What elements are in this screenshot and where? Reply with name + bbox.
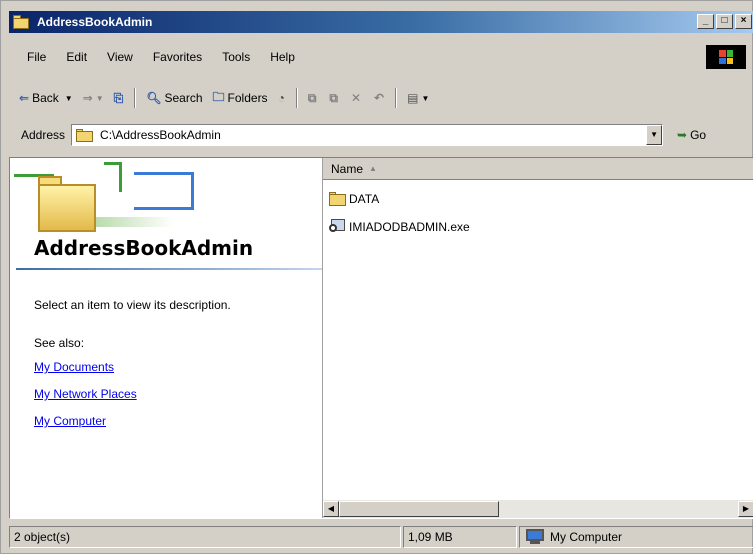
description-text: Select an item to view its description.: [34, 298, 231, 312]
move-to-button[interactable]: ⧉: [308, 91, 320, 106]
folders-label: Folders: [227, 91, 268, 105]
up-folder-button[interactable]: ⎘: [114, 91, 127, 106]
list-item[interactable]: DATA: [329, 192, 379, 206]
copy-to-icon: ⧉: [329, 90, 338, 105]
folder-icon: [13, 15, 31, 29]
views-icon: ▤: [407, 91, 419, 105]
scroll-right-button[interactable]: ▶: [738, 501, 753, 517]
address-bar: Address C:\AddressBookAdmin ▼ ➥ Go: [9, 121, 753, 149]
back-label: Back: [32, 91, 59, 105]
menu-bar: File Edit View Favorites Tools Help: [9, 45, 753, 69]
go-button[interactable]: ➥ Go: [677, 128, 706, 142]
history-icon: ◔: [277, 91, 285, 105]
scroll-left-button[interactable]: ◀: [323, 501, 339, 517]
back-button[interactable]: ⇐ Back ▼: [19, 91, 73, 105]
web-view-pane: AddressBookAdmin Select an item to view …: [10, 158, 322, 518]
column-header-name[interactable]: Name ▲: [323, 158, 753, 180]
status-bar: 2 object(s) 1,09 MB My Computer: [9, 525, 753, 549]
toolbar-separator: [395, 88, 398, 108]
window-title: AddressBookAdmin: [37, 15, 153, 29]
maximize-button[interactable]: □: [716, 14, 733, 29]
scroll-thumb[interactable]: [339, 501, 499, 517]
folders-icon: 🗀: [212, 89, 225, 104]
delete-icon: ✕: [350, 91, 362, 105]
toolbar-separator: [295, 88, 298, 108]
menu-tools[interactable]: Tools: [222, 50, 250, 64]
folder-title: AddressBookAdmin: [34, 236, 254, 260]
go-arrow-icon: ➥: [677, 128, 688, 142]
address-dropdown-button[interactable]: ▼: [646, 125, 663, 145]
up-folder-icon: ⎘: [113, 90, 124, 105]
link-my-network-places[interactable]: My Network Places: [34, 387, 137, 414]
search-button[interactable]: 🔍︎ Search: [146, 91, 202, 105]
windows-logo-icon: [706, 45, 746, 69]
views-dropdown-icon[interactable]: ▼: [421, 94, 429, 103]
explorer-window: AddressBookAdmin _ □ × File Edit View Fa…: [0, 0, 753, 554]
status-size: 1,09 MB: [403, 526, 517, 548]
file-name: DATA: [349, 192, 380, 206]
address-label: Address: [21, 128, 66, 142]
copy-to-button[interactable]: ⧉: [329, 91, 341, 106]
undo-icon: ↶: [374, 91, 385, 105]
close-button[interactable]: ×: [735, 14, 752, 29]
history-button[interactable]: ◔: [278, 91, 288, 105]
menu-edit[interactable]: Edit: [66, 50, 87, 64]
file-name: IMIADODBADMIN.exe: [349, 220, 470, 234]
folders-button[interactable]: 🗀 Folders: [213, 88, 268, 109]
minimize-button[interactable]: _: [697, 14, 714, 29]
folder-icon: [329, 192, 347, 206]
folder-icon: [76, 128, 94, 142]
menu-help[interactable]: Help: [270, 50, 295, 64]
sort-ascending-icon: ▲: [369, 164, 377, 173]
see-also-label: See also:: [34, 336, 85, 350]
window-controls: _ □ ×: [697, 14, 752, 29]
horizontal-scrollbar[interactable]: ◀ ▶: [323, 500, 753, 518]
link-my-documents[interactable]: My Documents: [34, 360, 137, 387]
forward-arrow-icon: ⇒: [82, 91, 93, 105]
folder-banner-image: [14, 162, 214, 242]
large-folder-icon: [38, 172, 106, 234]
status-zone-label: My Computer: [550, 530, 623, 544]
back-dropdown-icon[interactable]: ▼: [65, 94, 73, 103]
status-object-count: 2 object(s): [9, 526, 401, 548]
status-zone: My Computer: [519, 526, 753, 548]
forward-dropdown-icon[interactable]: ▼: [96, 94, 104, 103]
go-label: Go: [690, 128, 707, 142]
address-value: C:\AddressBookAdmin: [100, 128, 221, 142]
views-button[interactable]: ▤ ▼: [407, 91, 429, 105]
title-bar[interactable]: AddressBookAdmin _ □ ×: [9, 11, 753, 33]
file-list: Name ▲ DATA IMIADODBADMIN.exe ◀ ▶: [322, 158, 753, 518]
undo-button[interactable]: ↶: [374, 91, 387, 105]
toolbar-separator: [134, 88, 137, 108]
delete-button[interactable]: ✕: [351, 91, 364, 105]
menu-view[interactable]: View: [107, 50, 133, 64]
column-name-label: Name: [331, 161, 364, 176]
my-computer-icon: [524, 529, 546, 545]
back-arrow-icon: ⇐: [19, 91, 30, 105]
move-to-icon: ⧉: [307, 90, 317, 105]
menu-file[interactable]: File: [27, 50, 46, 64]
exe-icon: [329, 219, 347, 235]
menu-favorites[interactable]: Favorites: [153, 50, 202, 64]
content-area: AddressBookAdmin Select an item to view …: [9, 157, 753, 519]
search-label: Search: [164, 91, 203, 105]
toolbar: ⇐ Back ▼ ⇒ ▼ ⎘ 🔍︎ Search 🗀 Folders ◔ ⧉ ⧉…: [9, 85, 753, 111]
list-item[interactable]: IMIADODBADMIN.exe: [329, 219, 470, 235]
see-also-links: My Documents My Network Places My Comput…: [34, 360, 137, 441]
address-input[interactable]: C:\AddressBookAdmin ▼: [71, 124, 664, 146]
title-divider: [16, 268, 322, 270]
forward-button[interactable]: ⇒ ▼: [83, 91, 104, 105]
link-my-computer[interactable]: My Computer: [34, 414, 137, 441]
search-icon: 🔍︎: [146, 91, 162, 105]
